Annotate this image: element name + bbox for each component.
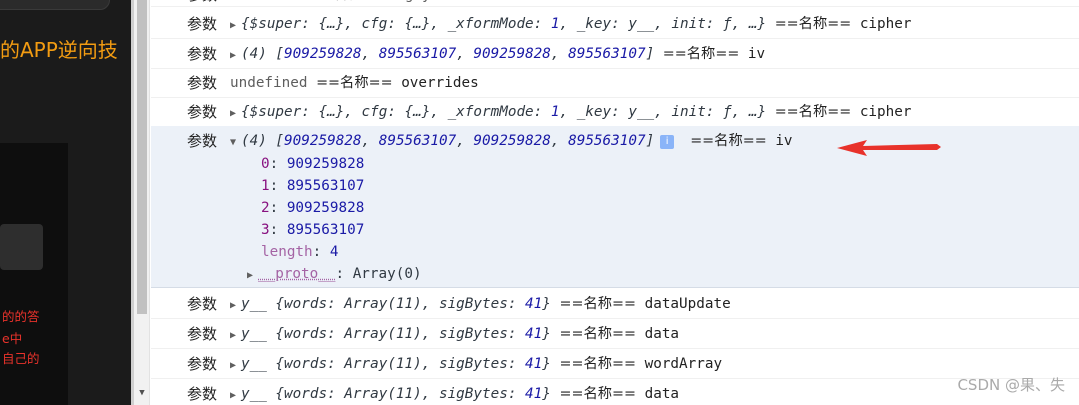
- web-page-background: 的APP逆向技 的的答 e中 自己的: [0, 0, 131, 405]
- row-text: undefined ==名称== sigBytes: [230, 0, 457, 7]
- console-row-wordarray[interactable]: 参数 ▶ y__ {words: Array(11), sigBytes: 41}…: [151, 349, 1079, 379]
- triangle-right-icon[interactable]: ▶: [230, 321, 241, 351]
- triangle-right-icon[interactable]: ▶: [230, 351, 241, 381]
- page-title-fragment: 的APP逆向技: [0, 38, 118, 62]
- scroll-down-icon[interactable]: ▼: [136, 388, 148, 398]
- array-proto[interactable]: ▶ __proto__: Array(0): [247, 263, 422, 285]
- array-item-2[interactable]: 2: 909259828: [261, 197, 364, 219]
- console-row-dataupdate[interactable]: 参数 ▶ y__ {words: Array(11), sigBytes: 41}…: [151, 289, 1079, 319]
- console-row-data[interactable]: 参数 ▶ y__ {words: Array(11), sigBytes: 41}…: [151, 319, 1079, 349]
- array-item-0[interactable]: 0: 909259828: [261, 153, 364, 175]
- console-row-cipher[interactable]: 参数 ▶ {$super: {…}, cfg: {…}, _xformMode: …: [151, 9, 1079, 39]
- console-row-cipher-2[interactable]: 参数 ▶ {$super: {…}, cfg: {…}, _xformMode: …: [151, 97, 1079, 127]
- triangle-right-icon[interactable]: ▶: [230, 11, 241, 41]
- array-item-3[interactable]: 3: 895563107: [261, 219, 364, 241]
- console-row-iv-expanded[interactable]: 参数 ▼ (4) [909259828, 895563107, 909259828…: [151, 126, 1079, 288]
- page-red-text-2: e中: [2, 331, 23, 346]
- triangle-right-icon[interactable]: ▶: [247, 265, 258, 287]
- console-row-data-2[interactable]: 参数 ▶ y__ {words: Array(11), sigBytes: 41}…: [151, 379, 1079, 405]
- console-row-iv[interactable]: 参数 ▶ (4) [909259828, 895563107, 909259828…: [151, 39, 1079, 69]
- page-red-text-3: 自己的: [2, 351, 40, 366]
- triangle-right-icon[interactable]: ▶: [230, 291, 241, 321]
- triangle-right-icon[interactable]: ▶: [230, 99, 241, 129]
- triangle-right-icon[interactable]: ▶: [230, 41, 241, 71]
- array-item-1[interactable]: 1: 895563107: [261, 175, 364, 197]
- page-red-text-1: 的的答: [2, 309, 40, 324]
- scrollbar-thumb[interactable]: [137, 0, 147, 314]
- triangle-right-icon[interactable]: ▶: [230, 381, 241, 405]
- red-arrow-annotation: [837, 140, 941, 156]
- console-row-sigbytes[interactable]: 参数 undefined ==名称== sigBytes: [151, 0, 1079, 7]
- info-icon[interactable]: i: [660, 135, 675, 149]
- watermark: CSDN @果、失: [957, 376, 1065, 394]
- array-length[interactable]: length: 4: [261, 241, 338, 263]
- page-search-box[interactable]: [0, 0, 110, 10]
- page-input-box[interactable]: [0, 224, 43, 270]
- triangle-down-icon[interactable]: ▼: [230, 128, 241, 158]
- devtools-console: 参数 undefined ==名称== sigBytes 参数 ▶{$super…: [151, 0, 1079, 405]
- console-row-overrides[interactable]: 参数 undefined ==名称== overrides: [151, 68, 1079, 98]
